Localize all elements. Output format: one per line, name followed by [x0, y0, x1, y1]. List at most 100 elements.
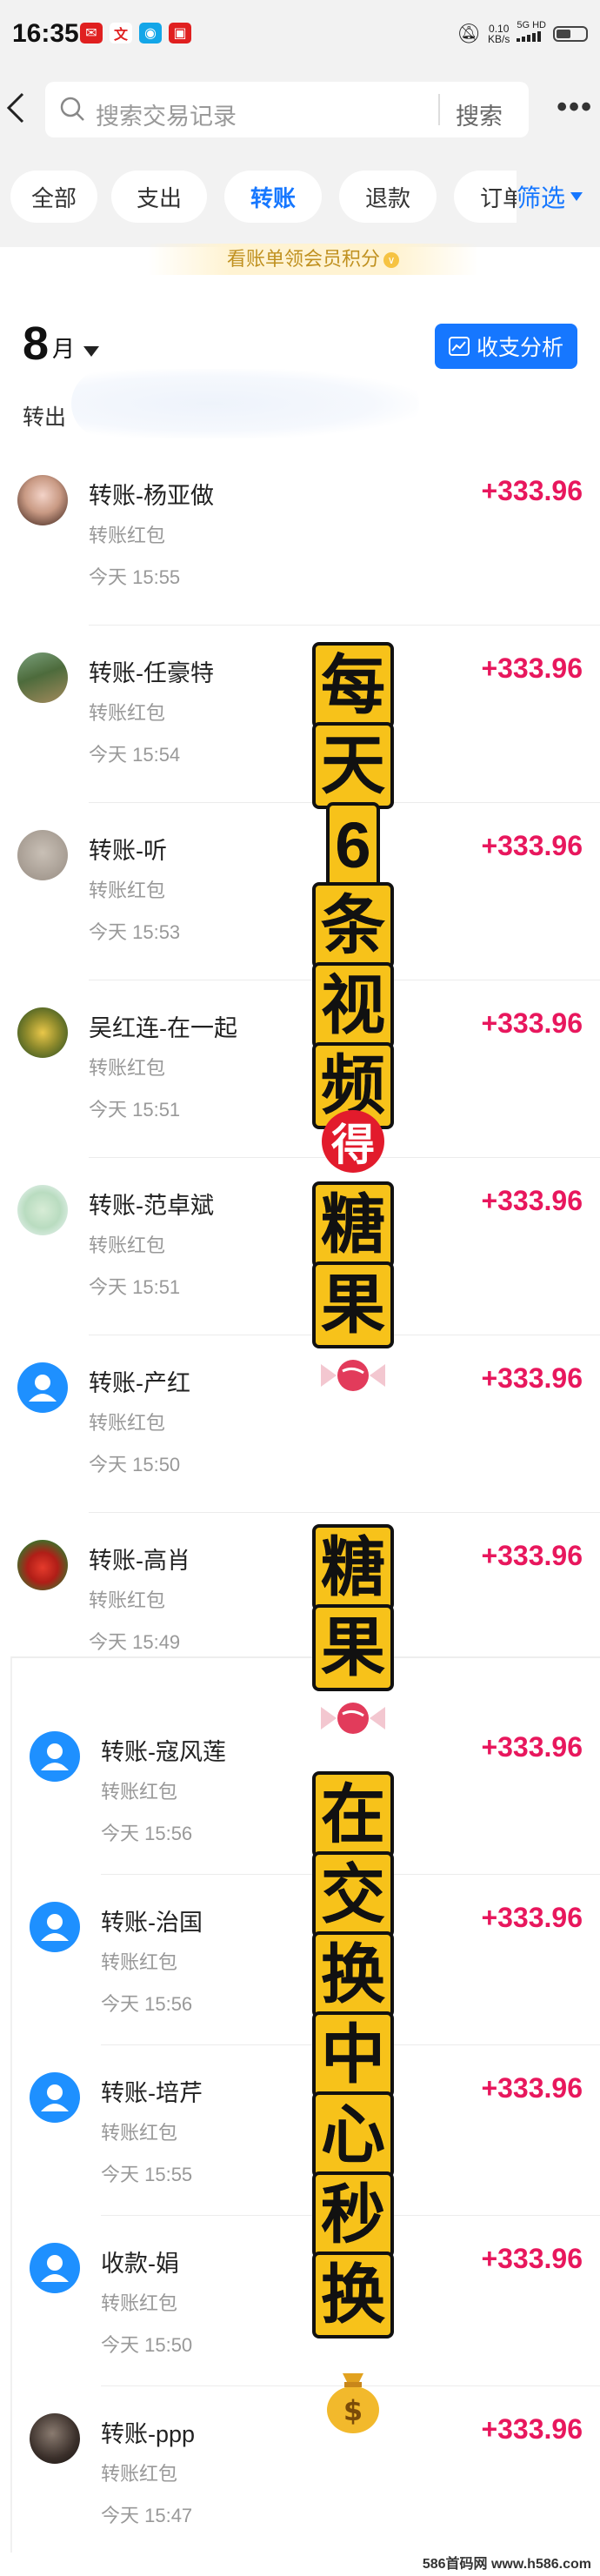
- transaction-title: 转账-杨亚做: [89, 483, 214, 509]
- coin-icon: ∨: [383, 252, 399, 269]
- transaction-subtitle: 转账红包: [89, 1412, 166, 1434]
- transaction-subtitle: 转账红包: [89, 1234, 166, 1256]
- caret-down-icon: [83, 346, 100, 357]
- money-bag-icon: $: [327, 2373, 379, 2433]
- back-button[interactable]: [5, 90, 31, 125]
- chat-notification-icon: ◉: [139, 23, 162, 43]
- avatar: [30, 2413, 80, 2464]
- transaction-item[interactable]: 转账-高肖 转账红包 今天 15:49 +333.96: [0, 1540, 600, 1717]
- transaction-time: 今天 15:49: [89, 1631, 181, 1653]
- transaction-amount: +333.96: [481, 1185, 583, 1216]
- news-notification-icon: ▣: [169, 23, 191, 43]
- transaction-item[interactable]: 转账-杨亚做 转账红包 今天 15:55 +333.96: [0, 475, 600, 652]
- transaction-time: 今天 15:51: [89, 1099, 181, 1121]
- transaction-subtitle: 转账红包: [101, 2463, 178, 2485]
- transaction-title: 吴红连-在一起: [89, 1015, 237, 1041]
- transaction-title: 转账-治国: [101, 1910, 203, 1936]
- transaction-title: 收款-娟: [101, 2251, 179, 2277]
- de-badge-icon: 得: [322, 1110, 384, 1173]
- transaction-title: 转账-产红: [89, 1370, 190, 1396]
- income-expense-analysis-button[interactable]: 收支分析: [435, 324, 577, 369]
- transaction-subtitle: 转账红包: [89, 525, 166, 546]
- search-button[interactable]: 搜索: [456, 97, 503, 131]
- transaction-time: 今天 15:53: [89, 921, 181, 943]
- promo-text-part1: 每 天 6 条 视 频: [310, 646, 397, 1126]
- default-avatar-icon: [17, 1362, 68, 1413]
- caret-down-icon: [570, 192, 583, 201]
- transaction-time: 今天 15:50: [101, 2334, 193, 2356]
- search-input[interactable]: 搜索交易记录 搜索: [45, 82, 529, 137]
- blurred-amount: [71, 369, 419, 438]
- transaction-subtitle: 转账红包: [89, 880, 166, 901]
- transaction-time: 今天 15:50: [89, 1454, 181, 1475]
- transaction-title: 转账-高肖: [89, 1548, 190, 1574]
- member-points-hint[interactable]: 看账单领会员积分 ∨: [148, 244, 478, 275]
- avatar: [17, 1185, 68, 1235]
- search-placeholder: 搜索交易记录: [96, 104, 237, 130]
- chevron-left-icon: [6, 92, 24, 124]
- search-header: 搜索交易记录 搜索: [0, 70, 600, 150]
- transaction-amount: +333.96: [481, 1902, 583, 1933]
- transaction-subtitle: 转账红包: [89, 1057, 166, 1079]
- transaction-time: 今天 15:56: [101, 1823, 193, 1844]
- promo-badge: 得: [310, 1110, 397, 1173]
- transaction-subtitle: 转账红包: [101, 1951, 178, 1973]
- transaction-item[interactable]: 转账-培芹 转账红包 今天 15:55 +333.96: [0, 2072, 600, 2250]
- transaction-item[interactable]: 吴红连-在一起 转账红包 今天 15:51 +333.96: [0, 1007, 600, 1185]
- status-bar: 16:35 ✉ 文 ◉ ▣ 🔕︎ 0.10 KB/s 5G HD: [0, 0, 600, 70]
- transaction-amount: +333.96: [481, 475, 583, 506]
- avatar: [17, 830, 68, 880]
- tab-refund[interactable]: 退款: [339, 171, 437, 223]
- divider: [89, 1512, 600, 1513]
- month-selector[interactable]: 8 月: [23, 320, 100, 367]
- transaction-title: 转账-培芹: [101, 2080, 203, 2106]
- transaction-item[interactable]: 转账-范卓斌 转账红包 今天 15:51 +333.96: [0, 1185, 600, 1362]
- svg-text:$: $: [343, 2394, 363, 2427]
- transaction-amount: +333.96: [481, 1540, 583, 1571]
- signal-icon: 5G HD: [517, 21, 546, 46]
- transaction-amount: +333.96: [481, 1731, 583, 1763]
- default-avatar-icon: [30, 1731, 80, 1782]
- transaction-item[interactable]: 转账-产红 转账红包 今天 15:50 +333.96: [0, 1362, 600, 1540]
- transaction-title: 转账-寇风莲: [101, 1739, 226, 1765]
- chart-icon: [448, 337, 470, 356]
- transaction-amount: +333.96: [481, 2072, 583, 2104]
- divider: [89, 625, 600, 626]
- transaction-subtitle: 转账红包: [101, 1781, 178, 1803]
- promo-text-part2: 糖 果: [310, 1185, 397, 1345]
- tab-all[interactable]: 全部: [10, 171, 97, 223]
- transaction-item[interactable]: 转账-听 转账红包 今天 15:53 +333.96: [0, 830, 600, 1007]
- tab-expense[interactable]: 支出: [111, 171, 207, 223]
- candy-icon-2: [310, 1696, 397, 1740]
- avatar: [17, 1007, 68, 1058]
- app-notification-icon: ✉: [80, 23, 103, 43]
- mute-icon: 🔕︎: [457, 22, 482, 44]
- transaction-time: 今天 15:47: [101, 2505, 193, 2526]
- transaction-title: 转账-ppp: [101, 2421, 196, 2447]
- filter-button[interactable]: 筛选: [517, 171, 600, 223]
- transaction-subtitle: 转账红包: [89, 702, 166, 724]
- default-avatar-icon: [30, 2243, 80, 2293]
- transaction-time: 今天 15:55: [101, 2164, 193, 2185]
- transaction-subtitle: 转账红包: [89, 1589, 166, 1611]
- avatar: [17, 475, 68, 525]
- transaction-time: 今天 15:56: [101, 1993, 193, 2015]
- month-unit: 月: [52, 336, 76, 362]
- status-time: 16:35: [12, 19, 79, 48]
- search-icon: [60, 97, 84, 121]
- transaction-amount: +333.96: [481, 830, 583, 861]
- transaction-item[interactable]: 收款-娟 转账红包 今天 15:50 +333.96: [0, 2243, 600, 2420]
- transfer-out-label: 转出: [23, 405, 67, 430]
- transaction-item[interactable]: 转账-寇风莲 转账红包 今天 15:56 +333.96: [0, 1731, 600, 1909]
- tab-transfer[interactable]: 转账: [224, 171, 322, 223]
- transaction-amount: +333.96: [481, 1007, 583, 1039]
- money-bag-icon-wrap: $: [310, 2366, 397, 2436]
- promo-text-part3: 糖 果: [310, 1528, 397, 1688]
- filter-tabs: 全部 支出 转账 退款 订单 筛选: [0, 150, 600, 247]
- transaction-amount: +333.96: [481, 1362, 583, 1394]
- transaction-item[interactable]: 转账-治国 转账红包 今天 15:56 +333.96: [0, 1902, 600, 2079]
- transaction-subtitle: 转账红包: [101, 2292, 178, 2314]
- more-button[interactable]: •••: [557, 90, 593, 124]
- transaction-title: 转账-听: [89, 838, 167, 864]
- transaction-item[interactable]: 转账-任豪特 转账红包 今天 15:54 +333.96: [0, 652, 600, 830]
